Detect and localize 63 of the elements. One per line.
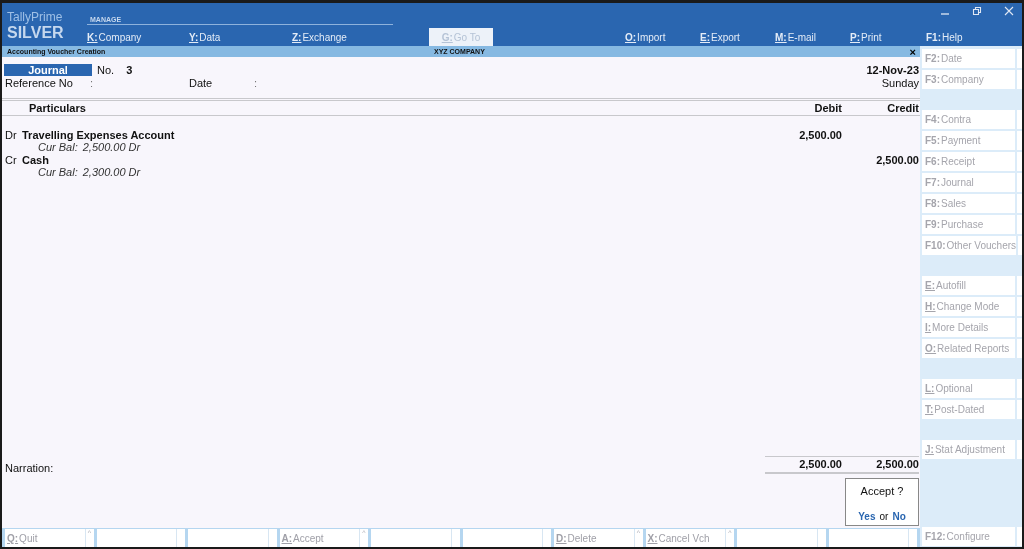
balance-value: 2,500.00 Dr — [82, 141, 141, 153]
side-panel-button[interactable]: H:Change Mode — [922, 297, 1015, 316]
total-debit: 2,500.00 — [798, 458, 842, 470]
key-button[interactable]: A:Accept — [279, 529, 359, 547]
close-button[interactable]: × — [909, 46, 916, 57]
key-button[interactable]: X:Cancel Vch — [645, 529, 725, 547]
side-panel-button[interactable]: F9:Purchase — [922, 215, 1015, 234]
dialog-prompt: Accept ? — [860, 485, 904, 497]
edition-label: SILVER — [7, 24, 65, 42]
menu-item[interactable]: M:E-mail — [775, 28, 850, 46]
credit-amount: 2,500.00 — [875, 153, 919, 166]
or-text: or — [879, 511, 889, 522]
restore-icon[interactable] — [972, 6, 982, 16]
menu-item[interactable]: K:Company — [87, 28, 189, 46]
balance-label: Cur Bal: — [38, 166, 78, 178]
side-panel-button[interactable]: J:Stat Adjustment — [922, 440, 1015, 459]
entry-side: Cr — [4, 153, 18, 166]
voucher-number: 3 — [126, 63, 133, 76]
side-panel-button[interactable]: E:Autofill — [922, 276, 1015, 295]
balance-label: Cur Bal: — [38, 141, 78, 153]
side-panel-button[interactable]: F10:Other Vouchers — [922, 236, 1017, 255]
key-button[interactable]: Q:Quit — [5, 529, 85, 547]
menu-item[interactable]: Y:Data — [189, 28, 292, 46]
voucher-date: 12-Nov-23 — [866, 63, 919, 76]
side-panel-button[interactable]: F2:Date — [922, 49, 1015, 68]
side-panel-button[interactable]: F12:Configure — [922, 527, 1015, 546]
side-panel-button[interactable]: T:Post-Dated — [922, 400, 1015, 419]
narration-label: Narration: — [4, 462, 55, 474]
account-name[interactable]: Travelling Expenses Account — [22, 128, 175, 141]
no-button[interactable]: No — [892, 511, 906, 522]
entry-side: Dr — [4, 128, 18, 141]
side-panel-button[interactable]: I:More Details — [922, 318, 1015, 337]
yes-button[interactable]: Yes — [858, 511, 876, 522]
side-panel-button[interactable]: F8:Sales — [922, 194, 1015, 213]
date-separator: : — [254, 77, 258, 89]
menu-item[interactable]: O:Import — [625, 28, 700, 46]
balance-value: 2,300.00 Dr — [82, 166, 141, 178]
date-label: Date — [189, 77, 214, 89]
side-panel-button[interactable]: F5:Payment — [922, 131, 1015, 150]
voucher-type: Journal — [4, 63, 92, 76]
app-name: TallyPrime — [7, 11, 64, 24]
reference-label: Reference No — [5, 77, 74, 89]
side-panel-button[interactable]: F4:Contra — [922, 110, 1015, 129]
total-credit: 2,500.00 — [875, 458, 919, 470]
column-header: Debit — [813, 102, 842, 114]
day-name: Sunday — [881, 77, 919, 89]
account-name[interactable]: Cash — [22, 153, 49, 166]
menu-item[interactable]: Z:Exchange — [292, 28, 429, 46]
debit-amount: 2,500.00 — [798, 128, 842, 141]
side-panel-button[interactable]: F3:Company — [922, 70, 1015, 89]
column-header: Particulars — [28, 102, 87, 114]
column-header: Credit — [886, 102, 919, 114]
reference-separator: : — [90, 77, 95, 89]
menu-item[interactable]: P:Print — [850, 28, 926, 46]
side-panel-button[interactable]: L:Optional — [922, 379, 1015, 398]
number-label: No. — [97, 63, 115, 76]
side-panel-button[interactable]: F6:Receipt — [922, 152, 1015, 171]
close-icon[interactable] — [1004, 6, 1014, 16]
key-button[interactable]: D:Delete — [554, 529, 634, 547]
menu-item[interactable]: F1:Help — [926, 28, 986, 46]
side-panel-button[interactable]: O:Related Reports — [922, 339, 1015, 358]
menu-item[interactable]: E:Export — [700, 28, 775, 46]
side-panel-button[interactable]: F7:Journal — [922, 173, 1015, 192]
